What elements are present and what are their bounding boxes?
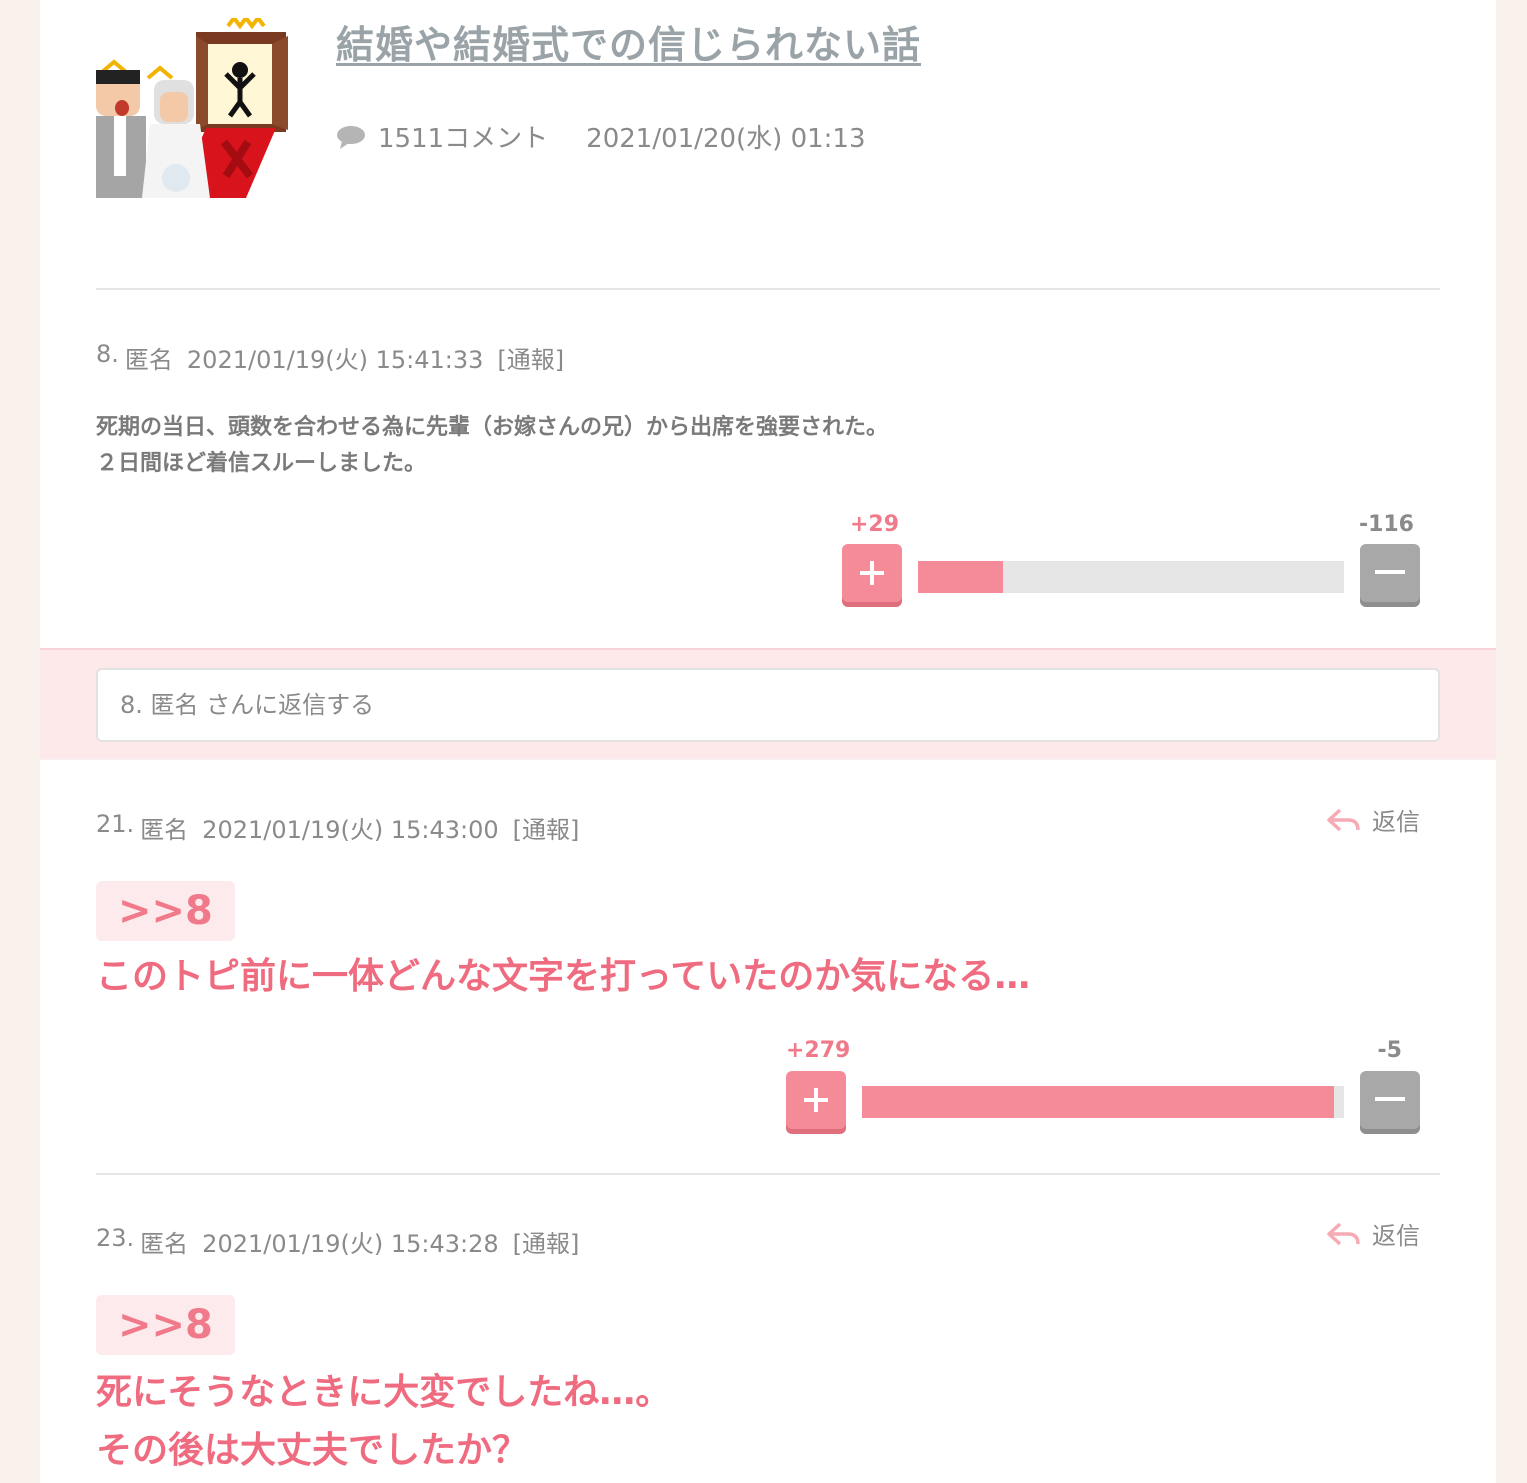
vote-bar xyxy=(862,1086,1344,1118)
reply-input[interactable] xyxy=(96,668,1440,742)
topic-thumbnail[interactable] xyxy=(96,18,296,198)
page: 結婚や結婚式での信じられない話 1511コメント 2021/01/20(水) 0… xyxy=(40,0,1496,1483)
plus-score: +29 xyxy=(850,512,900,537)
comment-body: 死にそうなときに大変でしたね…。 その後は大丈夫でしたか？ xyxy=(96,1364,671,1480)
minus-score: -5 xyxy=(1377,1038,1402,1063)
topic-title[interactable]: 結婚や結婚式での信じられない話 xyxy=(336,14,921,69)
reply-link[interactable]: 返信 xyxy=(1326,802,1420,837)
divider xyxy=(96,1173,1440,1175)
topic-meta: 1511コメント 2021/01/20(水) 01:13 xyxy=(336,118,866,155)
plus-icon xyxy=(804,1088,828,1112)
vote-bar-fill xyxy=(862,1086,1335,1118)
comment-number: 23. xyxy=(96,1224,135,1252)
report-link[interactable]: [通報] xyxy=(497,340,564,375)
speech-bubble-icon xyxy=(337,125,365,149)
comment-date: 2021/01/19(火) 15:43:00 xyxy=(202,816,499,844)
anchor-link[interactable]: >>8 xyxy=(96,881,235,941)
reply-label[interactable]: 返信 xyxy=(1372,802,1420,837)
anchor-link[interactable]: >>8 xyxy=(96,1295,235,1355)
plus-icon xyxy=(860,561,884,585)
vote-bar xyxy=(918,561,1344,593)
report-link[interactable]: [通報] xyxy=(513,810,580,845)
topic-date: 2021/01/20(水) 01:13 xyxy=(586,124,866,154)
reply-label[interactable]: 返信 xyxy=(1372,1216,1420,1251)
report-link[interactable]: [通報] xyxy=(513,1224,580,1259)
reply-arrow-icon xyxy=(1327,1222,1360,1245)
comment-line: その後は大丈夫でしたか？ xyxy=(96,1430,529,1471)
minus-icon xyxy=(1375,570,1405,574)
reply-arrow-icon xyxy=(1327,808,1360,831)
comment-line: 死にそうなときに大変でしたね…。 xyxy=(96,1372,672,1413)
comment-line: 死期の当日、頭数を合わせる為に先輩（お嫁さんの兄）から出席を強要された。 xyxy=(96,415,889,440)
comment-number: 21. xyxy=(96,810,135,838)
reply-section xyxy=(40,648,1496,760)
minus-icon xyxy=(1375,1097,1405,1101)
plus-button[interactable] xyxy=(842,544,902,602)
comment-line: ２日間ほど着信スルーしました。 xyxy=(96,451,427,476)
comment-author: 匿名 xyxy=(140,1230,189,1258)
minus-button[interactable] xyxy=(1360,544,1420,602)
plus-button[interactable] xyxy=(786,1071,846,1129)
minus-button[interactable] xyxy=(1360,1071,1420,1129)
divider xyxy=(96,288,1440,290)
comment-line: このトピ前に一体どんな文字を打っていたのか気になる… xyxy=(96,956,1031,997)
comment-count[interactable]: 1511コメント xyxy=(378,118,548,155)
comment-author: 匿名 xyxy=(140,816,189,844)
comment-date: 2021/01/19(火) 15:43:28 xyxy=(202,1230,499,1258)
comment-number: 8. xyxy=(96,340,119,368)
comment-body: 死期の当日、頭数を合わせる為に先輩（お嫁さんの兄）から出席を強要された。 ２日間… xyxy=(96,410,888,482)
comment-header: 23. 匿名 2021/01/19(火) 15:43:28 [通報] xyxy=(96,1224,579,1259)
reply-link[interactable]: 返信 xyxy=(1326,1216,1420,1251)
minus-score: -116 xyxy=(1358,512,1414,537)
comment-header: 21. 匿名 2021/01/19(火) 15:43:00 [通報] xyxy=(96,810,579,845)
vote-bar-fill xyxy=(918,561,1004,593)
comment-author: 匿名 xyxy=(124,346,173,374)
comment-header: 8. 匿名 2021/01/19(火) 15:41:33 [通報] xyxy=(96,340,564,375)
plus-score: +279 xyxy=(786,1038,851,1063)
comment-body: このトピ前に一体どんな文字を打っていたのか気になる… xyxy=(96,948,1030,1006)
comment-date: 2021/01/19(火) 15:41:33 xyxy=(186,346,484,374)
